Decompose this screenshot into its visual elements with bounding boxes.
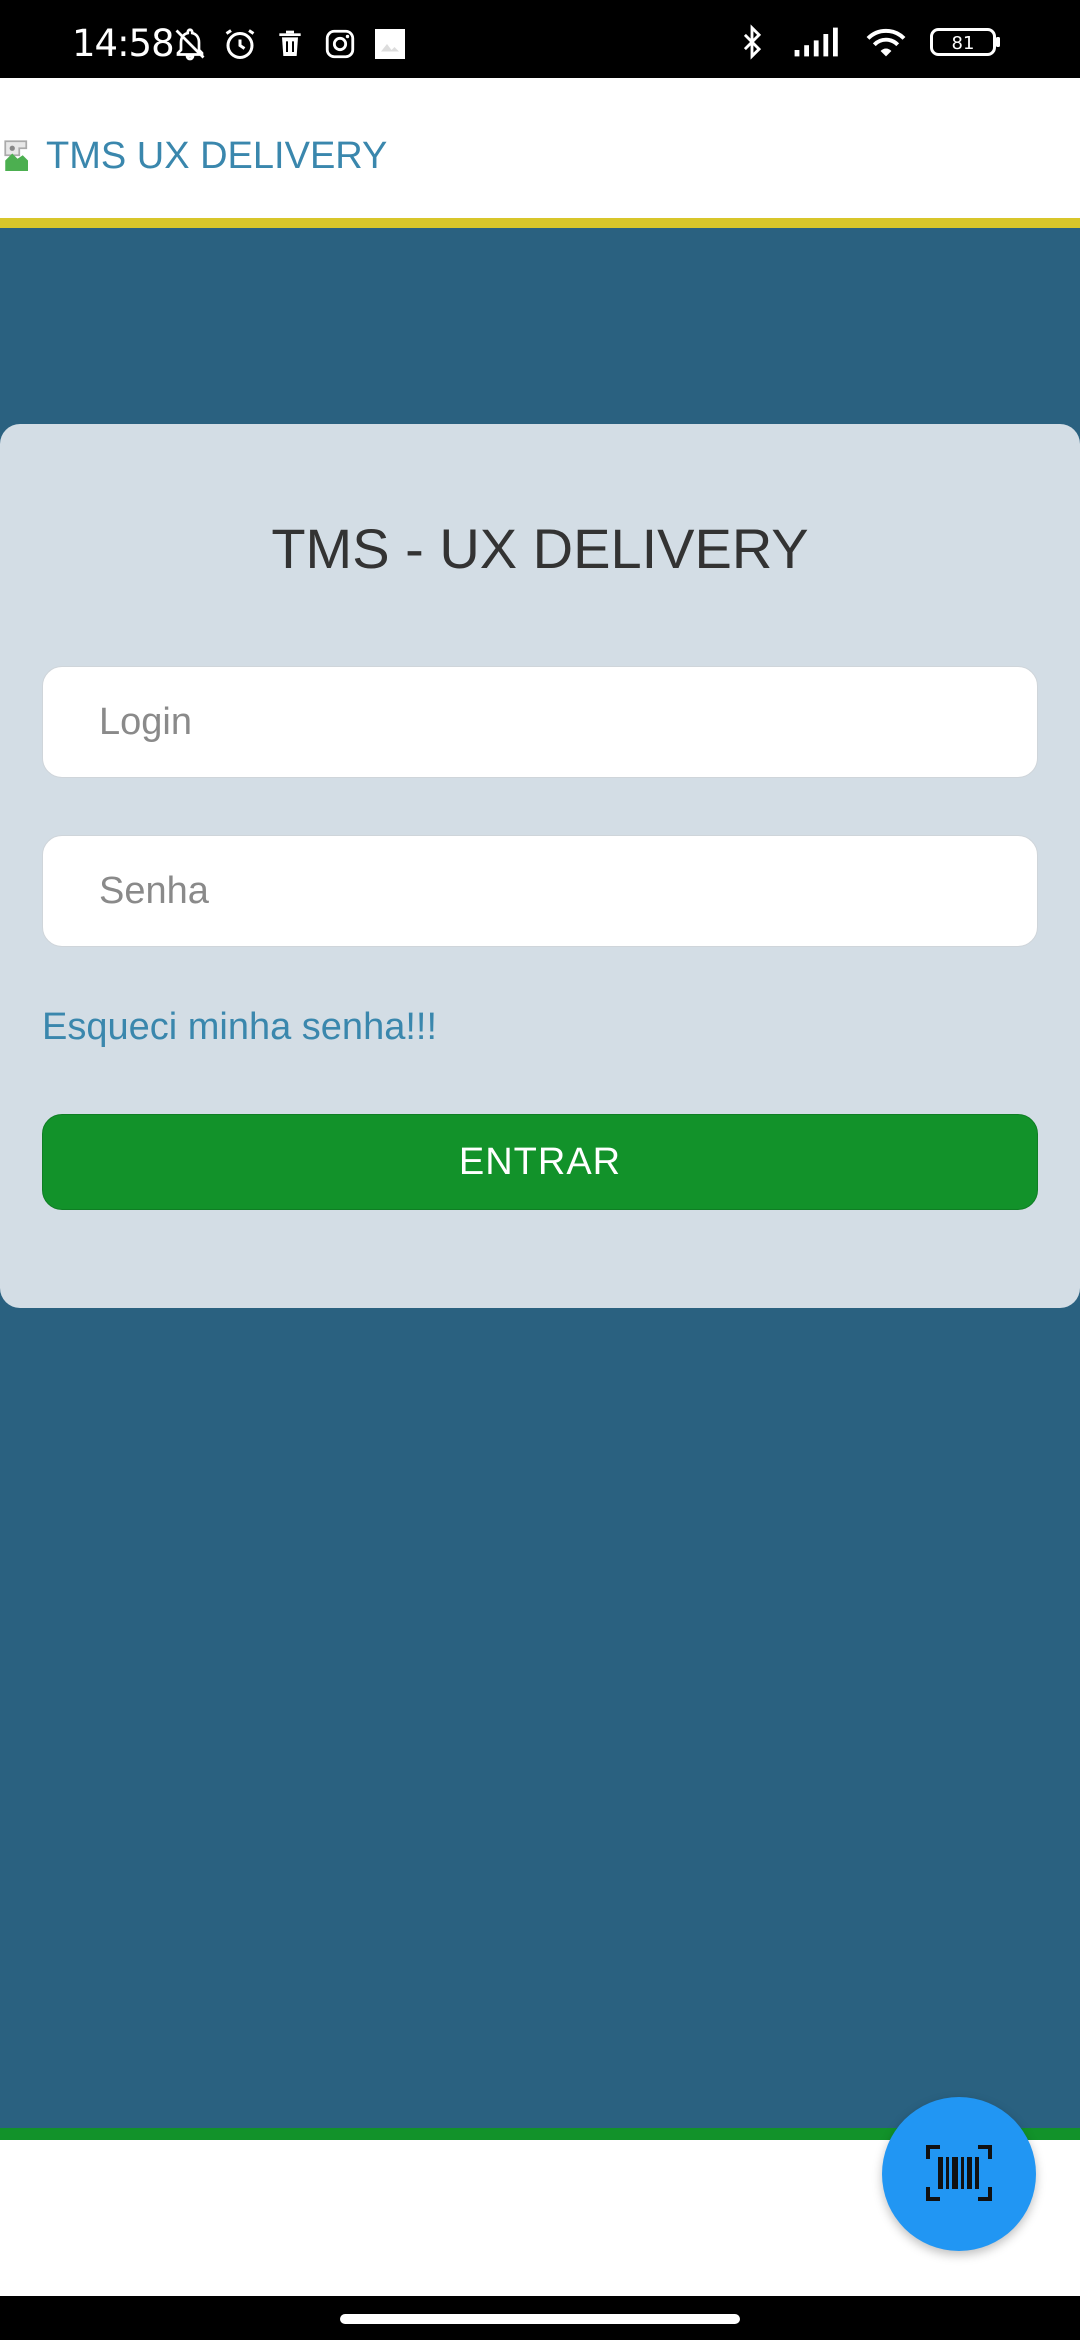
app-logo: TMS UX DELIVERY [0,135,387,178]
status-time: 14:58 [72,22,175,65]
system-navigation-bar [0,2296,1080,2340]
app-header: TMS UX DELIVERY [0,78,1080,218]
login-input[interactable] [43,699,1037,745]
wifi-icon [864,24,908,60]
alarm-icon [222,26,258,62]
login-card: TMS - UX DELIVERY Esqueci minha senha!!!… [0,424,1080,1308]
image-icon [372,26,408,62]
broken-image-icon [0,136,42,178]
battery-icon: 81 [930,24,1002,60]
login-title: TMS - UX DELIVERY [271,517,809,580]
login-field[interactable] [42,666,1038,778]
header-accent-bar [0,218,1080,228]
notifications-off-icon [172,26,208,62]
barcode-scan-icon [924,2143,994,2206]
bluetooth-icon [734,24,770,60]
status-notification-icons [172,26,408,62]
forgot-password-link[interactable]: Esqueci minha senha!!! [42,1006,437,1049]
password-input[interactable] [43,868,1037,914]
barcode-scan-button[interactable] [882,2097,1036,2251]
status-system-icons: 81 [734,24,1002,60]
trash-icon [272,26,308,62]
battery-level: 81 [952,33,975,54]
status-bar: 14:58 81 [0,0,1080,78]
instagram-icon [322,26,358,62]
login-button[interactable]: ENTRAR [42,1114,1038,1210]
signal-icon [792,24,842,60]
home-gesture-handle[interactable] [340,2314,740,2324]
password-field[interactable] [42,835,1038,947]
logo-alt-text: TMS UX DELIVERY [46,135,388,177]
